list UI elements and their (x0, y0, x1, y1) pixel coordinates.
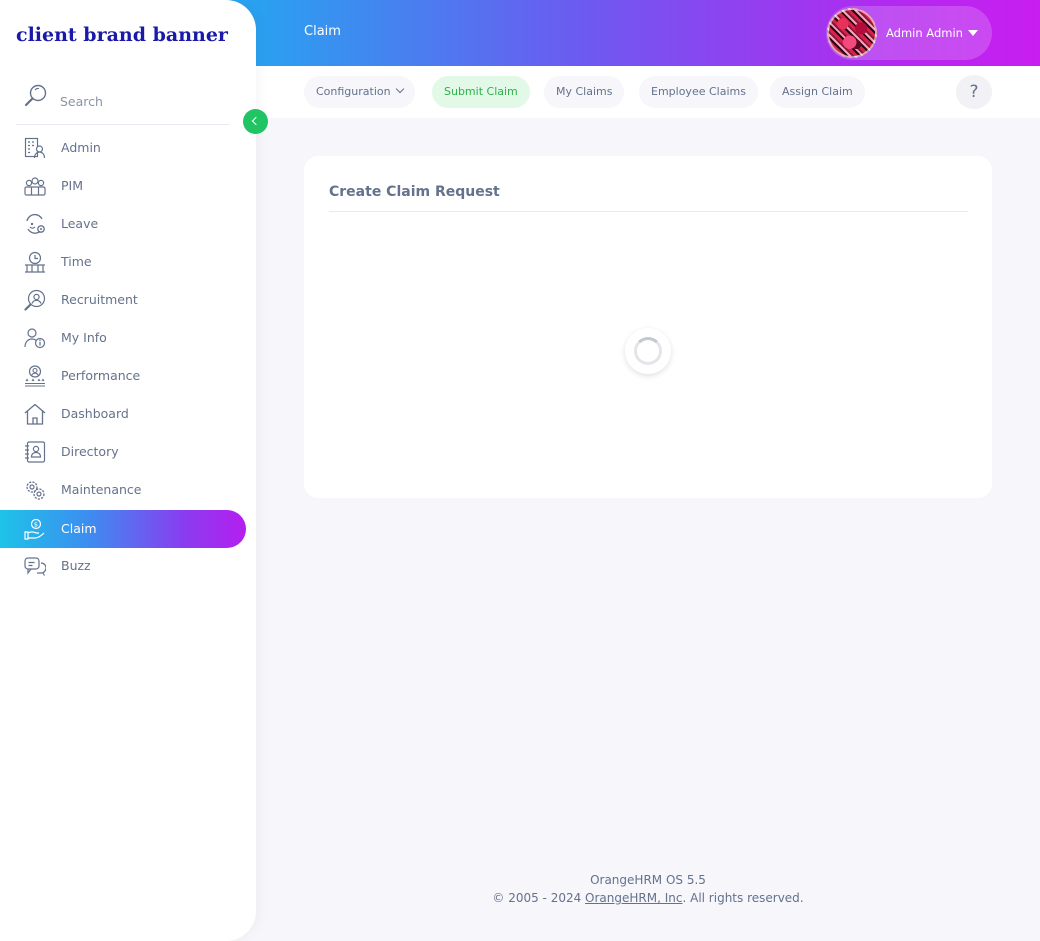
sidebar-item-label: Leave (61, 216, 99, 231)
tab-assign-claim[interactable]: Assign Claim (770, 76, 865, 108)
search-input[interactable] (60, 91, 225, 111)
sidebar-item-admin[interactable]: Admin (0, 129, 246, 167)
create-claim-card: Create Claim Request (304, 156, 992, 498)
sidebar-item-label: Performance (61, 368, 141, 383)
user-name: Admin Admin (886, 26, 963, 40)
tab-label: Assign Claim (782, 85, 853, 98)
brand-banner: client brand banner (16, 24, 228, 46)
tab-label: My Claims (556, 85, 613, 98)
help-button[interactable]: ? (956, 75, 992, 109)
tab-label: Employee Claims (651, 85, 746, 98)
sidebar: client brand banner Admin PIM (0, 0, 256, 941)
time-icon (25, 251, 45, 273)
svg-text:$: $ (34, 521, 38, 529)
performance-icon (25, 365, 45, 387)
company-link[interactable]: OrangeHRM, Inc (585, 891, 682, 905)
leave-icon (26, 213, 45, 234)
search-icon (24, 84, 47, 107)
tab-label: Configuration (316, 85, 391, 98)
sidebar-item-recruitment[interactable]: Recruitment (0, 281, 246, 319)
sidebar-item-label: PIM (61, 178, 84, 193)
sidebar-item-label: Admin (61, 140, 101, 155)
sidebar-item-label: Dashboard (61, 406, 129, 421)
copyright-suffix: . All rights reserved. (682, 891, 804, 905)
tab-submit-claim[interactable]: Submit Claim (432, 76, 530, 108)
sidebar-item-pim[interactable]: PIM (0, 167, 246, 205)
sidebar-item-label: Claim (61, 521, 97, 536)
sidebar-item-performance[interactable]: Performance (0, 357, 246, 395)
tab-employee-claims[interactable]: Employee Claims (639, 76, 758, 108)
sidebar-item-claim[interactable]: $ Claim (0, 510, 246, 548)
loading-spinner-icon (625, 328, 671, 374)
help-icon: ? (969, 82, 979, 102)
divider (329, 211, 968, 212)
claim-icon: $ (24, 518, 45, 540)
my-info-icon (24, 328, 46, 349)
buzz-icon (24, 557, 46, 576)
maintenance-icon (26, 481, 45, 500)
copyright-prefix: © 2005 - 2024 (492, 891, 586, 905)
sidebar-item-label: Recruitment (61, 292, 138, 307)
dashboard-icon (24, 403, 46, 425)
sidebar-item-directory[interactable]: Directory (0, 433, 246, 471)
chevron-down-icon (395, 84, 404, 94)
pim-icon (24, 177, 46, 196)
footer-copyright: © 2005 - 2024 OrangeHRM, Inc. All rights… (256, 889, 1040, 907)
sidebar-item-label: Maintenance (61, 482, 142, 497)
sidebar-item-buzz[interactable]: Buzz (0, 547, 246, 585)
caret-down-icon (967, 30, 978, 36)
sidebar-collapse-button[interactable] (243, 109, 268, 134)
footer-version: OrangeHRM OS 5.5 (590, 873, 706, 887)
recruitment-icon (24, 289, 46, 311)
sidebar-item-dashboard[interactable]: Dashboard (0, 395, 246, 433)
footer: OrangeHRM OS 5.5 © 2005 - 2024 OrangeHRM… (256, 871, 1040, 907)
sidebar-search (16, 80, 230, 125)
sidebar-item-leave[interactable]: Leave (0, 205, 246, 243)
sidebar-item-label: Time (61, 254, 92, 269)
tab-configuration[interactable]: Configuration (304, 76, 415, 108)
top-nav: Configuration Submit Claim My Claims Emp… (256, 66, 1040, 118)
sidebar-item-time[interactable]: Time (0, 243, 246, 281)
admin-icon (24, 137, 46, 159)
tab-label: Submit Claim (444, 85, 518, 98)
sidebar-item-label: Directory (61, 444, 119, 459)
directory-icon (25, 441, 46, 463)
tab-my-claims[interactable]: My Claims (544, 76, 625, 108)
avatar (827, 8, 877, 58)
sidebar-item-label: Buzz (61, 558, 91, 573)
sidebar-item-my-info[interactable]: My Info (0, 319, 246, 357)
page-title: Claim (304, 24, 341, 39)
card-title: Create Claim Request (329, 184, 500, 200)
sidebar-item-label: My Info (61, 330, 107, 345)
user-menu[interactable]: Admin Admin (826, 6, 992, 60)
sidebar-item-maintenance[interactable]: Maintenance (0, 471, 246, 509)
